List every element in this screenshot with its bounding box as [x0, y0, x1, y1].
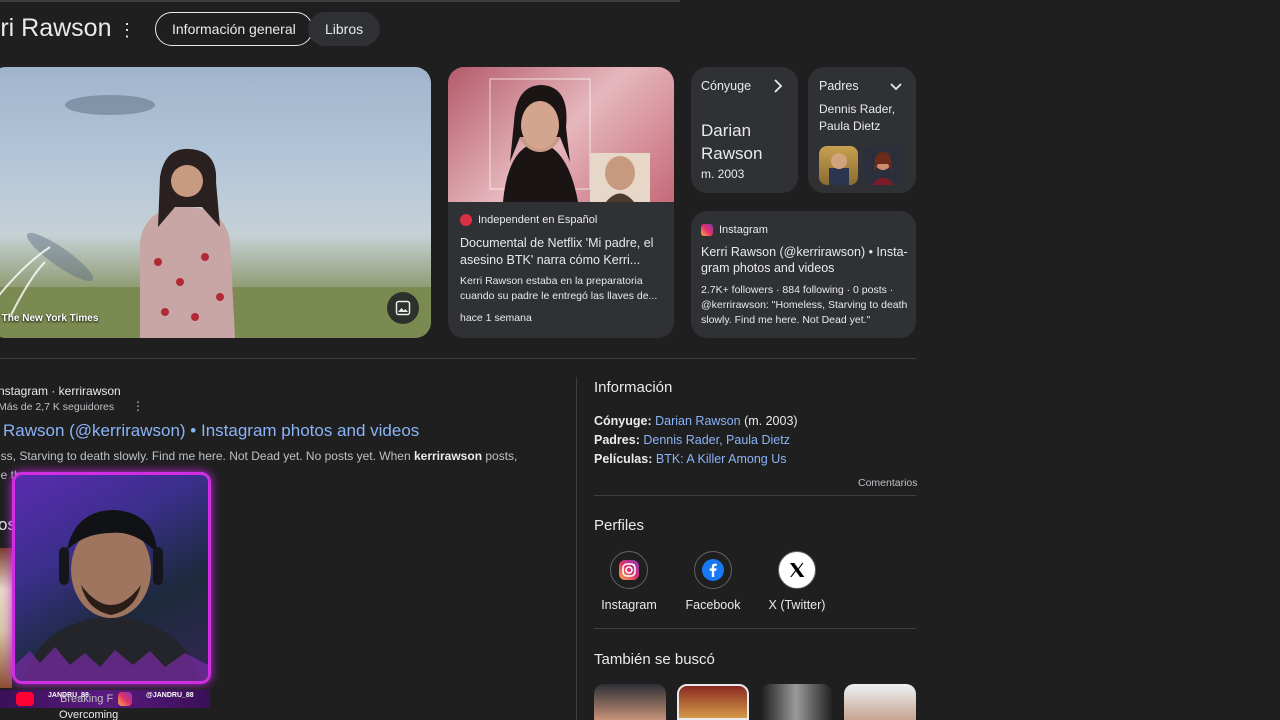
stream-handle-right: @JANDRU_88 — [146, 692, 194, 699]
stream-overlay-text: Breaking F — [60, 693, 114, 705]
feedback-link[interactable]: Comentarios — [858, 477, 918, 489]
info-heading: Información — [594, 379, 673, 396]
info-link-parents[interactable]: Dennis Rader, Paula Dietz — [643, 433, 790, 447]
info-row-parents: Padres: Dennis Rader, Paula Dietz — [594, 433, 790, 447]
hero-photo-illustration — [0, 95, 431, 338]
profile-label-facebook: Facebook — [685, 598, 741, 612]
top-divider — [0, 0, 680, 2]
info-divider — [594, 495, 916, 496]
spouse-card-label: Cónyuge — [701, 79, 752, 93]
parents-card[interactable]: Padres Dennis Rader, Paula Dietz — [808, 67, 916, 193]
info-link-film[interactable]: BTK: A Killer Among Us — [656, 452, 787, 466]
instagram-card-snippet: 2.7K+ followers · 884 following · 0 post… — [701, 284, 908, 326]
info-row-spouse: Cónyuge: Darian Rawson (m. 2003) — [594, 414, 798, 428]
news-title[interactable]: Documental de Netflix 'Mi padre, el ases… — [460, 235, 666, 269]
also-searched-thumb-2[interactable] — [677, 684, 749, 720]
info-link-spouse[interactable]: Darian Rawson — [655, 414, 740, 428]
parent-thumbnail-dennis[interactable] — [819, 146, 858, 185]
x-twitter-icon — [778, 551, 816, 589]
instagram-icon — [610, 551, 648, 589]
chip-libros[interactable]: Libros — [308, 12, 381, 46]
info-key: Padres: — [594, 433, 640, 447]
profiles-heading: Perfiles — [594, 517, 645, 534]
news-card[interactable]: Independent en Español Documental de Net… — [448, 67, 674, 338]
info-extra: (m. 2003) — [740, 414, 798, 428]
news-source-label: Independent en Español — [478, 214, 598, 226]
spouse-card[interactable]: Cónyuge Darian Rawson m. 2003 — [691, 67, 798, 193]
result-site[interactable]: nstagram · kerrirawson — [0, 384, 121, 398]
streamer-illustration — [15, 510, 208, 681]
result-snippet-b: posts, — [482, 449, 518, 463]
parent-thumbnail-paula[interactable] — [864, 146, 903, 185]
also-searched-thumb-3[interactable] — [760, 684, 832, 720]
info-key: Películas: — [594, 452, 653, 466]
also-searched-thumb-1[interactable] — [594, 684, 666, 720]
chip-informacion-general[interactable]: Información general — [155, 12, 313, 46]
instagram-card[interactable]: Instagram Kerri Rawson (@kerrirawson) • … — [691, 211, 916, 338]
result-title-link[interactable]: Rawson (@kerrirawson) • Instagram photos… — [3, 421, 419, 441]
chevron-right-icon — [773, 79, 783, 96]
result-more-icon[interactable]: ⋮ — [132, 399, 144, 413]
instagram-card-title[interactable]: Kerri Rawson (@kerrirawson) • Insta-gram… — [701, 244, 911, 276]
entity-title: rri Rawson — [0, 14, 112, 42]
spouse-name: Darian Rawson — [701, 121, 763, 163]
profile-label-instagram: Instagram — [601, 598, 657, 612]
info-key: Cónyuge: — [594, 414, 652, 428]
info-row-films: Películas: BTK: A Killer Among Us — [594, 452, 786, 466]
result-snippet-bold: kerrirawson — [413, 449, 483, 463]
chevron-down-icon[interactable] — [890, 80, 902, 95]
news-snippet: Kerri Rawson estaba en la preparatoria c… — [460, 275, 658, 302]
news-thumbnail — [448, 67, 674, 202]
result-followers: Más de 2,7 K seguidores — [0, 401, 115, 413]
image-credit: e: The New York Times — [0, 313, 99, 324]
instagram-small-icon — [701, 224, 713, 236]
also-searched-thumb-4[interactable] — [844, 684, 916, 720]
facebook-icon — [694, 551, 732, 589]
result-snippet-a: ess, Starving to death slowly. Find me h… — [0, 449, 414, 463]
news-timestamp: hace 1 semana — [460, 312, 532, 324]
instagram-source: Instagram — [701, 224, 768, 236]
webcam-overlay — [12, 472, 211, 684]
parents-card-label: Padres — [819, 79, 859, 93]
news-source: Independent en Español — [460, 214, 597, 226]
profile-facebook[interactable]: Facebook — [678, 551, 748, 612]
profile-label-x-twitter: X (Twitter) — [768, 598, 826, 612]
kebab-menu-icon[interactable]: ⋮ — [118, 20, 136, 40]
independent-logo-icon — [460, 214, 472, 226]
stream-instagram-icon — [118, 692, 132, 706]
profile-instagram[interactable]: Instagram — [594, 551, 664, 612]
profiles-divider — [594, 628, 916, 629]
image-icon[interactable] — [387, 292, 419, 324]
stream-caption: Overcoming — [59, 709, 119, 720]
column-divider — [576, 377, 577, 720]
also-searched-heading: También se buscó — [594, 651, 715, 668]
hero-image[interactable]: e: The New York Times — [0, 67, 431, 338]
left-thumbnail-strip[interactable] — [0, 548, 12, 688]
section-divider — [0, 358, 916, 359]
youtube-icon — [16, 692, 34, 706]
spouse-year: m. 2003 — [701, 167, 745, 181]
instagram-source-label: Instagram — [719, 224, 768, 236]
parents-names: Dennis Rader, Paula Dietz — [819, 102, 896, 133]
profile-x-twitter[interactable]: X (Twitter) — [762, 551, 832, 612]
